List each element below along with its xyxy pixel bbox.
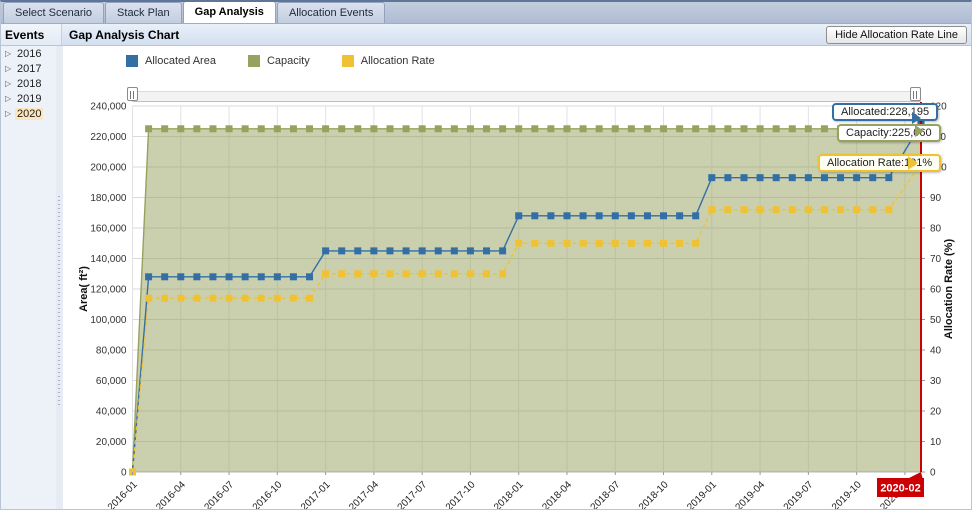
svg-text:30: 30 xyxy=(930,376,942,387)
svg-text:20: 20 xyxy=(930,407,942,418)
svg-text:50: 50 xyxy=(930,315,942,326)
svg-text:140,000: 140,000 xyxy=(90,254,127,265)
svg-text:80: 80 xyxy=(930,224,942,235)
svg-text:40: 40 xyxy=(930,346,942,357)
svg-text:100,000: 100,000 xyxy=(90,315,127,326)
svg-text:2018-01: 2018-01 xyxy=(492,479,526,510)
svg-text:2017-04: 2017-04 xyxy=(347,479,381,510)
tooltip-allocated-arrow-icon xyxy=(912,112,921,124)
gap-analysis-app: Select Scenario Stack Plan Gap Analysis … xyxy=(0,0,972,510)
svg-text:60,000: 60,000 xyxy=(96,376,127,387)
svg-text:Allocation Rate (%): Allocation Rate (%) xyxy=(943,239,955,340)
tooltip-capacity: Capacity:225,060 xyxy=(837,124,941,142)
svg-text:90: 90 xyxy=(930,193,942,204)
svg-text:0: 0 xyxy=(930,468,936,479)
svg-text:2018-10: 2018-10 xyxy=(637,479,671,510)
svg-text:2016-04: 2016-04 xyxy=(154,479,188,510)
tooltip-allocation-rate: Allocation Rate:101% xyxy=(818,154,941,172)
svg-text:2017-10: 2017-10 xyxy=(444,479,478,510)
svg-text:Area( ft²): Area( ft²) xyxy=(78,266,90,312)
svg-text:180,000: 180,000 xyxy=(90,193,127,204)
svg-text:2019-01: 2019-01 xyxy=(685,479,719,510)
tooltip-allocated: Allocated:228,195 xyxy=(832,103,938,121)
svg-text:2017-01: 2017-01 xyxy=(299,479,333,510)
svg-text:2016-07: 2016-07 xyxy=(202,479,236,510)
svg-text:200,000: 200,000 xyxy=(90,163,127,174)
svg-text:2016-01: 2016-01 xyxy=(106,479,140,510)
svg-text:2018-04: 2018-04 xyxy=(540,479,574,510)
tooltip-capacity-arrow-icon xyxy=(915,125,924,137)
svg-text:240,000: 240,000 xyxy=(90,102,127,113)
tooltip-allocation-rate-arrow-icon xyxy=(908,156,918,170)
svg-text:80,000: 80,000 xyxy=(96,346,127,357)
svg-text:2018-07: 2018-07 xyxy=(589,479,623,510)
svg-text:20,000: 20,000 xyxy=(96,437,127,448)
svg-text:2019-04: 2019-04 xyxy=(733,479,767,510)
svg-text:2019-10: 2019-10 xyxy=(830,479,864,510)
svg-text:40,000: 40,000 xyxy=(96,407,127,418)
svg-text:160,000: 160,000 xyxy=(90,224,127,235)
gap-analysis-chart[interactable]: 0 20,000 40,000 60,000 80,000 100,000 120,000 1… xyxy=(1,2,972,510)
svg-text:60: 60 xyxy=(930,285,942,296)
svg-text:10: 10 xyxy=(930,437,942,448)
svg-text:2016-10: 2016-10 xyxy=(251,479,285,510)
svg-text:220,000: 220,000 xyxy=(90,132,127,143)
svg-text:0: 0 xyxy=(121,468,127,479)
svg-text:2019-07: 2019-07 xyxy=(782,479,816,510)
svg-text:2017-07: 2017-07 xyxy=(396,479,430,510)
svg-text:2020-02: 2020-02 xyxy=(880,483,920,495)
svg-text:70: 70 xyxy=(930,254,942,265)
svg-text:120,000: 120,000 xyxy=(90,285,127,296)
